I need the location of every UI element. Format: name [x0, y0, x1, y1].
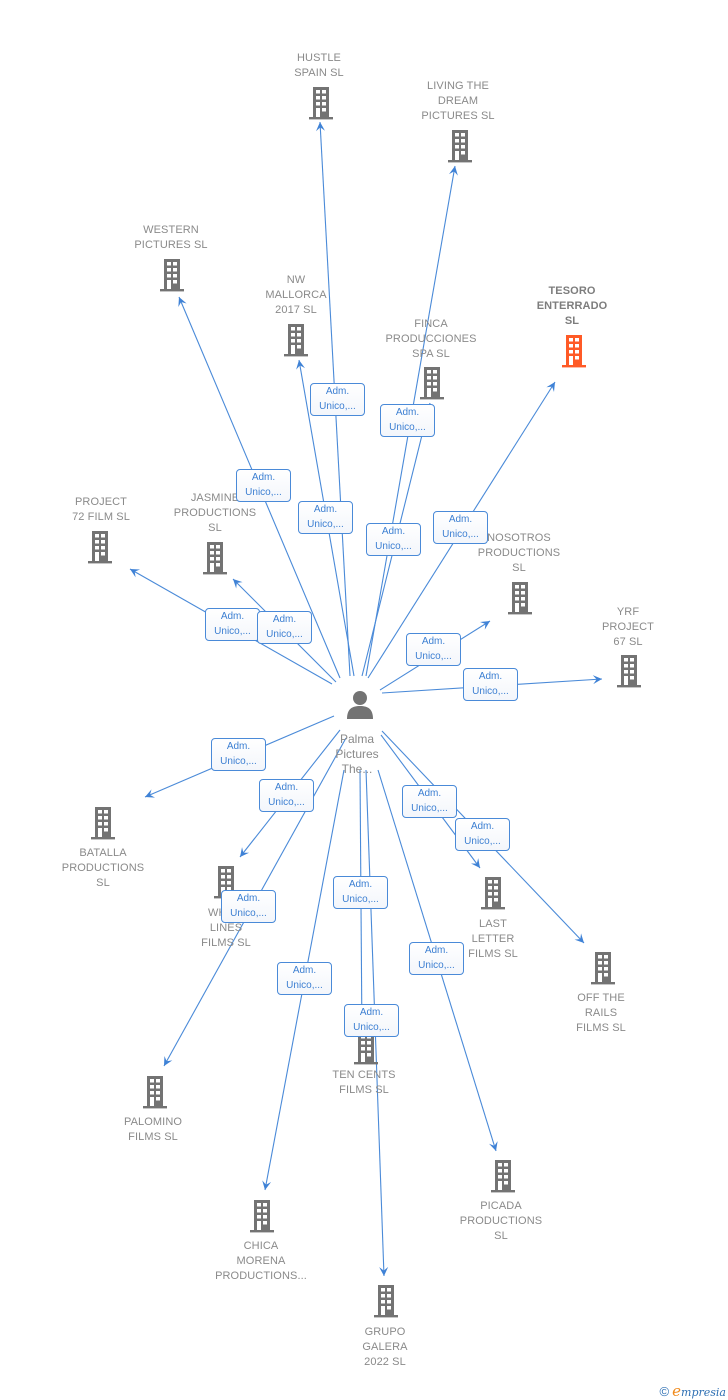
building-icon[interactable] [612, 653, 646, 689]
edge-label-batalla[interactable]: Adm. Unico,... [211, 738, 266, 771]
company-label-nw[interactable]: NW MALLORCA 2017 SL [231, 273, 361, 318]
edge-label-living[interactable]: Adm. Unico,... [366, 523, 421, 556]
company-label-tencents[interactable]: TEN CENTS FILMS SL [299, 1068, 429, 1098]
edge-label-nw[interactable]: Adm. Unico,... [298, 501, 353, 534]
person-icon[interactable] [345, 689, 375, 721]
company-label-yrf[interactable]: YRF PROJECT 67 SL [563, 605, 693, 650]
company-label-finca[interactable]: FINCA PRODUCCIONES SPA SL [366, 317, 496, 362]
edge-label-jasmine[interactable]: Adm. Unico,... [257, 611, 312, 644]
building-icon[interactable] [198, 540, 232, 576]
company-label-living[interactable]: LIVING THE DREAM PICTURES SL [393, 79, 523, 124]
edge-label-chica[interactable]: Adm. Unico,... [277, 962, 332, 995]
company-label-palomino[interactable]: PALOMINO FILMS SL [88, 1115, 218, 1145]
arrowhead-icon [546, 382, 555, 393]
company-label-chica[interactable]: CHICA MORENA PRODUCTIONS... [196, 1239, 326, 1284]
building-icon[interactable] [86, 805, 120, 841]
edge-label-hustle[interactable]: Adm. Unico,... [310, 383, 365, 416]
edge-label-project72[interactable]: Adm. Unico,... [205, 608, 260, 641]
company-label-grupo[interactable]: GRUPO GALERA 2022 SL [320, 1325, 450, 1370]
footer-brand: © empresia [659, 1382, 726, 1400]
person-label[interactable]: Palma Pictures The... [317, 732, 397, 777]
building-icon[interactable] [369, 1283, 403, 1319]
edge-label-nosotros[interactable]: Adm. Unico,... [406, 633, 461, 666]
building-icon[interactable] [443, 128, 477, 164]
edge-label-finca[interactable]: Adm. Unico,... [380, 404, 435, 437]
building-icon[interactable] [245, 1198, 279, 1234]
company-label-western[interactable]: WESTERN PICTURES SL [106, 223, 236, 253]
edge-label-western[interactable]: Adm. Unico,... [236, 469, 291, 502]
edge-label-palomino[interactable]: Adm. Unico,... [221, 890, 276, 923]
company-label-offrails[interactable]: OFF THE RAILS FILMS SL [536, 991, 666, 1036]
arrowhead-icon [130, 569, 141, 578]
building-icon[interactable] [476, 875, 510, 911]
company-label-tesoro[interactable]: TESORO ENTERRADO SL [507, 284, 637, 329]
edge-label-yrf[interactable]: Adm. Unico,... [463, 668, 518, 701]
edge-label-offrails[interactable]: Adm. Unico,... [455, 818, 510, 851]
copyright-icon: © [659, 1384, 670, 1399]
edge-label-tesoro[interactable]: Adm. Unico,... [433, 511, 488, 544]
edge-label-picada[interactable]: Adm. Unico,... [409, 942, 464, 975]
building-icon[interactable] [279, 322, 313, 358]
company-label-hustle[interactable]: HUSTLE SPAIN SL [254, 51, 384, 81]
edge-label-last[interactable]: Adm. Unico,... [402, 785, 457, 818]
building-icon[interactable] [486, 1158, 520, 1194]
company-label-batalla[interactable]: BATALLA PRODUCTIONS SL [38, 846, 168, 891]
building-icon[interactable] [415, 365, 449, 401]
edge-label-grupo[interactable]: Adm. Unico,... [344, 1004, 399, 1037]
building-icon[interactable] [557, 333, 591, 369]
arrowhead-icon [479, 621, 490, 630]
building-icon[interactable] [138, 1074, 172, 1110]
building-icon[interactable] [83, 529, 117, 565]
arrowhead-icon [471, 858, 480, 868]
empresia-logo[interactable]: empresia [672, 1382, 726, 1400]
building-icon[interactable] [304, 85, 338, 121]
building-icon[interactable] [503, 580, 537, 616]
edge-label-white[interactable]: Adm. Unico,... [259, 779, 314, 812]
company-label-project72[interactable]: PROJECT 72 FILM SL [36, 495, 166, 525]
company-label-picada[interactable]: PICADA PRODUCTIONS SL [436, 1199, 566, 1244]
building-icon[interactable] [586, 950, 620, 986]
building-icon[interactable] [155, 257, 189, 293]
edge-label-tencents[interactable]: Adm. Unico,... [333, 876, 388, 909]
